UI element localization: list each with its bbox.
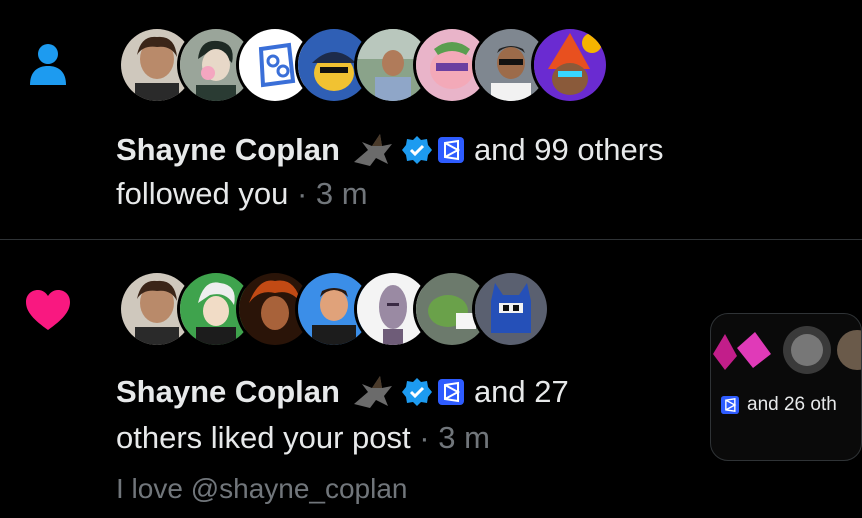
separator: · <box>419 420 439 455</box>
eagle-emoji-icon <box>353 376 392 408</box>
avatar-blue-cat[interactable] <box>472 270 550 348</box>
heart-icon <box>24 288 72 332</box>
timestamp: 3 m <box>315 176 368 211</box>
notification-like[interactable]: Shayne Coplan and 27 others liked your p… <box>0 241 862 518</box>
others-count: and 27 <box>473 374 569 409</box>
notification-action: others liked your post · 3 m <box>116 420 490 456</box>
user-name[interactable]: Shayne Coplan <box>116 374 340 410</box>
affiliation-badge-icon <box>437 137 464 163</box>
verified-badge-icon <box>401 136 432 164</box>
user-name[interactable]: Shayne Coplan <box>116 132 340 168</box>
post-preview-card[interactable]: and 26 oth <box>710 313 862 461</box>
affiliation-badge-icon <box>437 379 464 405</box>
preview-text: and 26 oth <box>721 394 837 416</box>
avatar-stack <box>118 26 609 104</box>
person-icon <box>28 43 68 85</box>
notification-headline: Shayne Coplan and 99 others <box>116 132 664 168</box>
others-count: and 99 others <box>473 132 664 167</box>
avatar-stack <box>118 270 550 348</box>
avatar-wizard-colorful[interactable] <box>531 26 609 104</box>
affiliation-badge-icon <box>721 396 739 414</box>
verified-badge-icon <box>401 378 432 406</box>
preview-others-text: and 26 oth <box>747 394 837 415</box>
divider <box>0 239 862 240</box>
action-text: followed you <box>116 176 289 211</box>
notification-action: followed you · 3 m <box>116 176 368 212</box>
post-snippet[interactable]: I love @shayne_coplan <box>116 471 408 507</box>
separator: · <box>296 176 316 211</box>
notification-follow[interactable]: Shayne Coplan and 99 others followed you… <box>0 0 862 240</box>
notification-headline: Shayne Coplan and 27 <box>116 374 569 410</box>
action-text: others liked your post <box>116 420 411 455</box>
eagle-emoji-icon <box>353 134 392 166</box>
preview-avatars <box>713 326 861 374</box>
timestamp: 3 m <box>438 420 490 455</box>
